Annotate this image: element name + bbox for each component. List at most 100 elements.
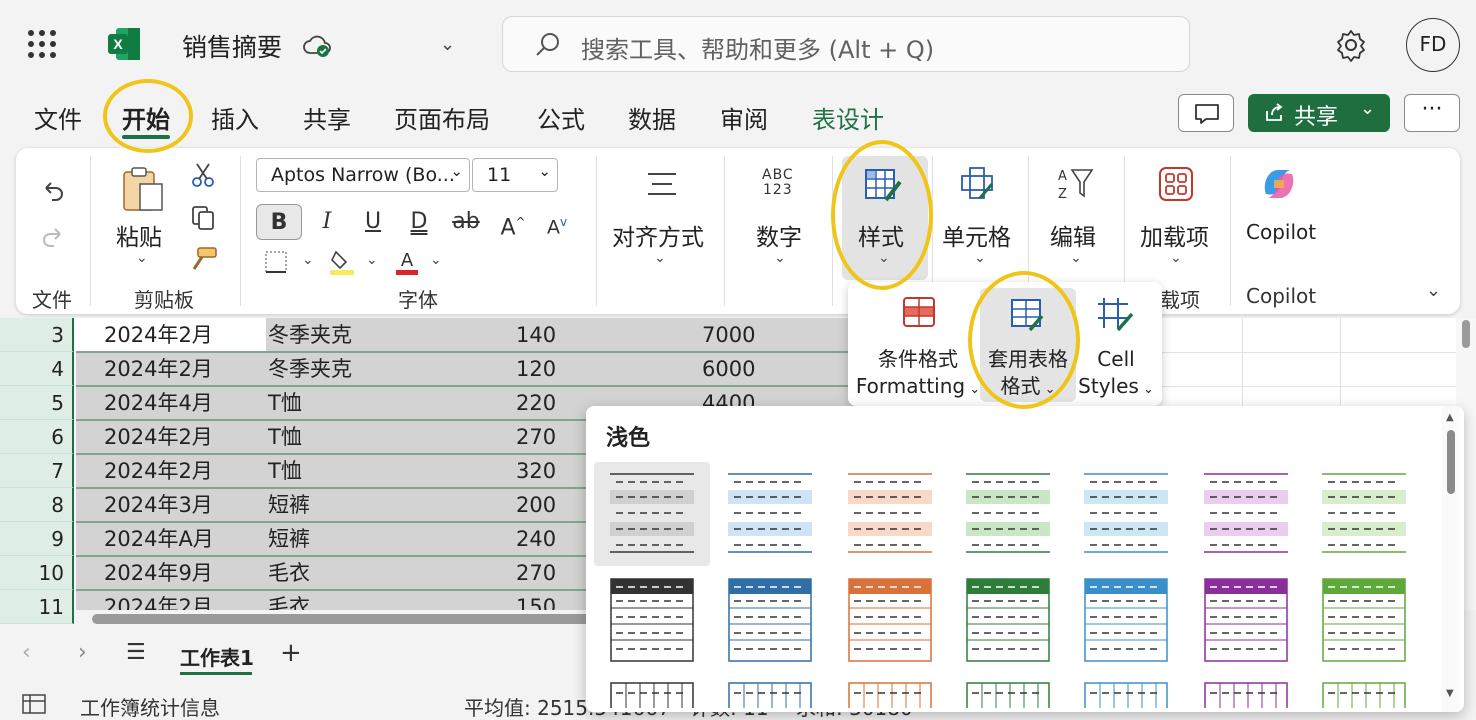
- ribbon-expand-chevron-icon[interactable]: ⌄: [1426, 280, 1441, 301]
- paste-icon[interactable]: [120, 164, 166, 214]
- cell-item[interactable]: 短裤: [240, 522, 310, 556]
- table-style-medium-6[interactable]: [1204, 578, 1288, 664]
- cells-label[interactable]: 单元格: [942, 218, 1011, 252]
- row-header[interactable]: 8: [0, 488, 74, 522]
- more-options-button[interactable]: ···: [1404, 94, 1460, 132]
- table-style-light-1[interactable]: [610, 470, 694, 556]
- table-style-medium-3[interactable]: [848, 578, 932, 664]
- settings-gear-icon[interactable]: [1334, 28, 1368, 62]
- table-style-grid-6[interactable]: [1204, 682, 1288, 708]
- cell-quantity[interactable]: 320: [488, 454, 556, 488]
- gallery-scroll-down-icon[interactable]: ▼: [1446, 688, 1454, 699]
- addins-chevron-icon[interactable]: ⌄: [1170, 250, 1182, 266]
- table-style-grid-7[interactable]: [1322, 682, 1406, 708]
- gallery-scroll-up-icon[interactable]: ▲: [1446, 412, 1454, 423]
- app-launcher-icon[interactable]: [28, 30, 56, 58]
- row-header[interactable]: 11: [0, 590, 74, 624]
- row-header[interactable]: 5: [0, 386, 74, 420]
- editing-icon[interactable]: AZ: [1056, 166, 1096, 202]
- search-box[interactable]: 搜索工具、帮助和更多 (Alt + Q): [502, 16, 1190, 72]
- paste-label[interactable]: 粘贴: [116, 218, 162, 252]
- table-style-grid-3[interactable]: [848, 682, 932, 708]
- font-color-chevron-icon[interactable]: ⌄: [430, 252, 442, 268]
- borders-chevron-icon[interactable]: ⌄: [302, 252, 314, 268]
- cell-date[interactable]: 2024年2月: [76, 318, 213, 352]
- cell-quantity[interactable]: 220: [488, 386, 556, 420]
- cell-date[interactable]: 2024年2月: [76, 420, 213, 454]
- strikethrough-button[interactable]: ab: [450, 204, 482, 240]
- table-style-grid-4[interactable]: [966, 682, 1050, 708]
- grow-font-button[interactable]: A^: [498, 204, 528, 240]
- row-header[interactable]: 4: [0, 352, 74, 386]
- underline-button[interactable]: U: [358, 204, 388, 240]
- bold-button[interactable]: B: [256, 204, 302, 240]
- table-style-grid-5[interactable]: [1084, 682, 1168, 708]
- gallery-scrollbar[interactable]: ▲ ▼: [1442, 406, 1460, 712]
- shrink-font-button[interactable]: Av: [542, 204, 572, 240]
- tab-review[interactable]: 审阅: [720, 100, 768, 135]
- font-size-select[interactable]: 11 ⌄: [472, 158, 558, 192]
- cell-item[interactable]: 毛衣: [240, 556, 310, 590]
- alignment-icon[interactable]: [646, 170, 678, 198]
- copy-icon[interactable]: [190, 204, 216, 230]
- double-underline-button[interactable]: D: [404, 204, 434, 240]
- alignment-label[interactable]: 对齐方式: [612, 218, 704, 252]
- number-chevron-icon[interactable]: ⌄: [774, 250, 786, 266]
- tab-page-layout[interactable]: 页面布局: [394, 100, 490, 135]
- editing-label[interactable]: 编辑: [1050, 218, 1096, 252]
- tab-data[interactable]: 数据: [628, 100, 676, 135]
- addins-label[interactable]: 加载项: [1140, 218, 1209, 252]
- table-style-medium-7[interactable]: [1322, 578, 1406, 664]
- cut-icon[interactable]: [190, 162, 216, 188]
- table-style-medium-1[interactable]: [610, 578, 694, 664]
- cell-item[interactable]: 冬季夹克: [240, 318, 352, 352]
- font-color-icon[interactable]: A: [394, 248, 420, 276]
- number-label[interactable]: 数字: [756, 218, 802, 252]
- cell-date[interactable]: 2024年2月: [76, 352, 213, 386]
- paste-chevron-down-icon[interactable]: ⌄: [136, 250, 148, 266]
- cell-quantity[interactable]: 240: [488, 522, 556, 556]
- horizontal-scrollbar[interactable]: [76, 610, 596, 628]
- undo-icon[interactable]: [40, 178, 66, 204]
- cell-item[interactable]: T恤: [240, 386, 302, 420]
- italic-button[interactable]: I: [312, 204, 342, 240]
- cell-date[interactable]: 2024年A月: [76, 522, 214, 556]
- alignment-chevron-icon[interactable]: ⌄: [654, 250, 666, 266]
- tab-file[interactable]: 文件: [34, 100, 82, 135]
- fill-color-icon[interactable]: [328, 248, 356, 276]
- table-style-grid-2[interactable]: [728, 682, 812, 708]
- table-style-light-6[interactable]: [1204, 470, 1288, 556]
- cell-quantity[interactable]: 270: [488, 556, 556, 590]
- sheet-tab-active[interactable]: 工作表1: [180, 642, 254, 671]
- table-style-medium-2[interactable]: [728, 578, 812, 664]
- cell-date[interactable]: 2024年3月: [76, 488, 213, 522]
- horizontal-scroll-thumb[interactable]: [92, 614, 592, 624]
- row-header[interactable]: 10: [0, 556, 74, 590]
- table-style-light-2[interactable]: [728, 470, 812, 556]
- conditional-formatting-button[interactable]: 条件格式 Formatting ⌄: [848, 346, 988, 403]
- cell-item[interactable]: 短裤: [240, 488, 310, 522]
- tab-insert[interactable]: 插入: [211, 100, 259, 135]
- cell-quantity[interactable]: 200: [488, 488, 556, 522]
- table-style-light-7[interactable]: [1322, 470, 1406, 556]
- copilot-icon[interactable]: [1260, 166, 1298, 202]
- copilot-label[interactable]: Copilot: [1246, 220, 1316, 244]
- cell-amount[interactable]: 7000: [674, 318, 755, 352]
- table-style-grid-1[interactable]: [610, 682, 694, 708]
- format-painter-icon[interactable]: [188, 246, 218, 272]
- document-title[interactable]: 销售摘要: [182, 28, 282, 64]
- redo-icon[interactable]: [40, 224, 66, 250]
- cell-quantity[interactable]: 270: [488, 420, 556, 454]
- tab-share[interactable]: 共享: [303, 100, 351, 135]
- cell-item[interactable]: T恤: [240, 420, 302, 454]
- comments-button[interactable]: [1178, 94, 1234, 132]
- fill-color-chevron-icon[interactable]: ⌄: [366, 252, 378, 268]
- cell-item[interactable]: T恤: [240, 454, 302, 488]
- next-sheet-icon[interactable]: ›: [78, 640, 87, 665]
- tab-formulas[interactable]: 公式: [537, 100, 585, 135]
- table-style-medium-5[interactable]: [1084, 578, 1168, 664]
- row-header[interactable]: 3: [0, 318, 74, 352]
- vertical-scroll-thumb[interactable]: [1462, 320, 1470, 348]
- row-header[interactable]: 9: [0, 522, 74, 556]
- tab-table-design[interactable]: 表设计: [812, 100, 884, 135]
